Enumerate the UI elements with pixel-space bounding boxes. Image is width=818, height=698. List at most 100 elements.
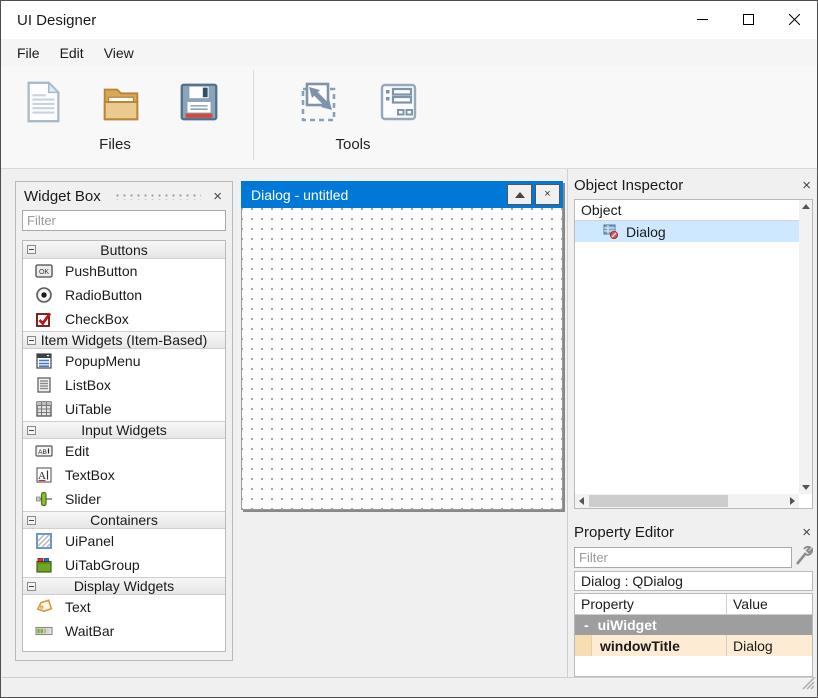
form-widget-tool-button[interactable] — [374, 78, 422, 126]
toolbar-group-tools: Tools — [278, 66, 428, 168]
widget-item-uitable[interactable]: UiTable — [23, 397, 225, 421]
property-editor-title: Property Editor — [574, 524, 674, 541]
object-inspector-close-button[interactable]: × — [800, 178, 813, 193]
scroll-left-icon[interactable] — [575, 494, 588, 508]
maximize-button[interactable] — [725, 1, 771, 38]
widget-item-label: TextBox — [65, 467, 115, 483]
panel-divider — [567, 169, 568, 677]
property-row-windowtitle[interactable]: windowTitle Dialog — [575, 635, 812, 656]
widget-item-label: ListBox — [65, 377, 111, 393]
collapse-icon[interactable] — [27, 336, 36, 345]
section-label: Containers — [90, 512, 158, 528]
widget-item-uitabgroup[interactable]: UiTabGroup — [23, 553, 225, 577]
collapse-icon[interactable] — [27, 516, 36, 525]
close-icon — [789, 14, 800, 25]
uitable-icon — [34, 399, 54, 419]
widget-item-edit[interactable]: AB Edit — [23, 439, 225, 463]
uitabgroup-icon — [34, 555, 54, 575]
horizontal-scrollbar[interactable] — [575, 494, 799, 508]
form-widget-icon — [374, 78, 422, 126]
drag-handle-icon[interactable] — [113, 192, 202, 200]
widget-item-textbox[interactable]: A TextBox — [23, 463, 225, 487]
pushbutton-icon: OK — [34, 261, 54, 281]
new-file-button[interactable] — [19, 78, 67, 126]
value-column-header[interactable]: Value — [727, 594, 812, 614]
wrench-icon[interactable] — [793, 545, 813, 572]
property-value-cell[interactable]: Dialog — [727, 635, 812, 656]
group-collapse-icon[interactable]: - — [584, 617, 589, 633]
waitbar-icon — [34, 621, 54, 641]
group-name: uiWidget — [598, 617, 657, 633]
slider-icon — [34, 489, 54, 509]
widget-item-text[interactable]: Text — [23, 595, 225, 619]
save-icon — [176, 78, 222, 126]
property-editor-close-button[interactable]: × — [800, 525, 813, 540]
section-label: Buttons — [100, 242, 147, 258]
widget-item-listbox[interactable]: ListBox — [23, 373, 225, 397]
section-input-widgets[interactable]: Input Widgets — [23, 421, 225, 439]
property-filter-row — [574, 547, 813, 569]
dialog-titlebar[interactable]: Dialog - untitled × — [241, 181, 563, 208]
section-item-widgets[interactable]: Item Widgets (Item-Based) — [23, 331, 225, 349]
widget-item-checkbox[interactable]: CheckBox — [23, 307, 225, 331]
menu-file[interactable]: File — [7, 42, 50, 64]
toolbar: Files — [1, 66, 817, 169]
widget-item-label: WaitBar — [65, 623, 114, 639]
scroll-down-icon[interactable] — [799, 481, 812, 494]
dialog-close-button[interactable]: × — [535, 184, 560, 205]
dialog-design-surface[interactable] — [241, 208, 563, 510]
property-table-header: Property Value — [575, 594, 812, 615]
menu-view[interactable]: View — [94, 42, 144, 64]
widget-item-pushbutton[interactable]: OK PushButton — [23, 259, 225, 283]
widget-item-label: PopupMenu — [65, 353, 141, 369]
window-controls — [679, 1, 817, 38]
resize-tool-icon — [296, 78, 344, 126]
scroll-up-icon[interactable] — [799, 200, 812, 213]
widget-item-radiobutton[interactable]: RadioButton — [23, 283, 225, 307]
widget-item-waitbar[interactable]: WaitBar — [23, 619, 225, 643]
svg-text:AB: AB — [38, 449, 47, 456]
widget-item-slider[interactable]: Slider — [23, 487, 225, 511]
collapse-icon[interactable] — [27, 245, 36, 254]
collapse-icon[interactable] — [27, 426, 36, 435]
dialog-collapse-button[interactable] — [507, 184, 532, 205]
save-button[interactable] — [175, 78, 223, 126]
svg-text:OK: OK — [39, 269, 49, 276]
widget-item-label: Edit — [65, 443, 89, 459]
widget-item-uipanel[interactable]: UiPanel — [23, 529, 225, 553]
object-inspector-title: Object Inspector — [574, 177, 683, 194]
section-display-widgets[interactable]: Display Widgets — [23, 577, 225, 595]
widget-box-close-button[interactable]: × — [211, 189, 224, 204]
property-column-header[interactable]: Property — [575, 594, 727, 614]
open-file-button[interactable] — [97, 78, 145, 126]
textbox-icon: A — [34, 465, 54, 485]
widget-item-label: CheckBox — [65, 311, 129, 327]
minimize-button[interactable] — [679, 1, 725, 38]
resize-grip-icon[interactable] — [800, 675, 815, 695]
menu-edit[interactable]: Edit — [50, 42, 94, 64]
section-containers[interactable]: Containers — [23, 511, 225, 529]
widget-item-popupmenu[interactable]: PopupMenu — [23, 349, 225, 373]
section-buttons[interactable]: Buttons — [23, 241, 225, 259]
widget-item-label: UiTabGroup — [65, 557, 140, 573]
property-group-uiwidget[interactable]: - uiWidget — [575, 615, 812, 635]
tree-item-dialog[interactable]: Dialog — [575, 221, 812, 242]
widget-box-title-row: Widget Box × — [16, 182, 232, 210]
open-folder-icon — [98, 78, 144, 126]
resize-tool-button[interactable] — [296, 78, 344, 126]
toolbar-group-files: Files — [1, 66, 229, 168]
scrollbar-thumb[interactable] — [589, 495, 728, 507]
scroll-right-icon[interactable] — [786, 494, 799, 508]
menubar: File Edit View — [1, 39, 817, 66]
close-button[interactable] — [771, 1, 817, 38]
popupmenu-icon — [34, 351, 54, 371]
section-label: Display Widgets — [74, 578, 174, 594]
widget-box-filter-input[interactable] — [22, 210, 226, 231]
property-table: Property Value - uiWidget windowTitle Di… — [574, 593, 813, 677]
vertical-scrollbar[interactable] — [799, 200, 812, 494]
collapse-icon[interactable] — [27, 582, 36, 591]
widget-box-panel: Widget Box × Buttons OK PushButton — [15, 181, 233, 661]
dialog-form-icon — [602, 223, 619, 240]
property-filter-input[interactable] — [574, 547, 792, 568]
object-column-header[interactable]: Object — [575, 200, 812, 221]
